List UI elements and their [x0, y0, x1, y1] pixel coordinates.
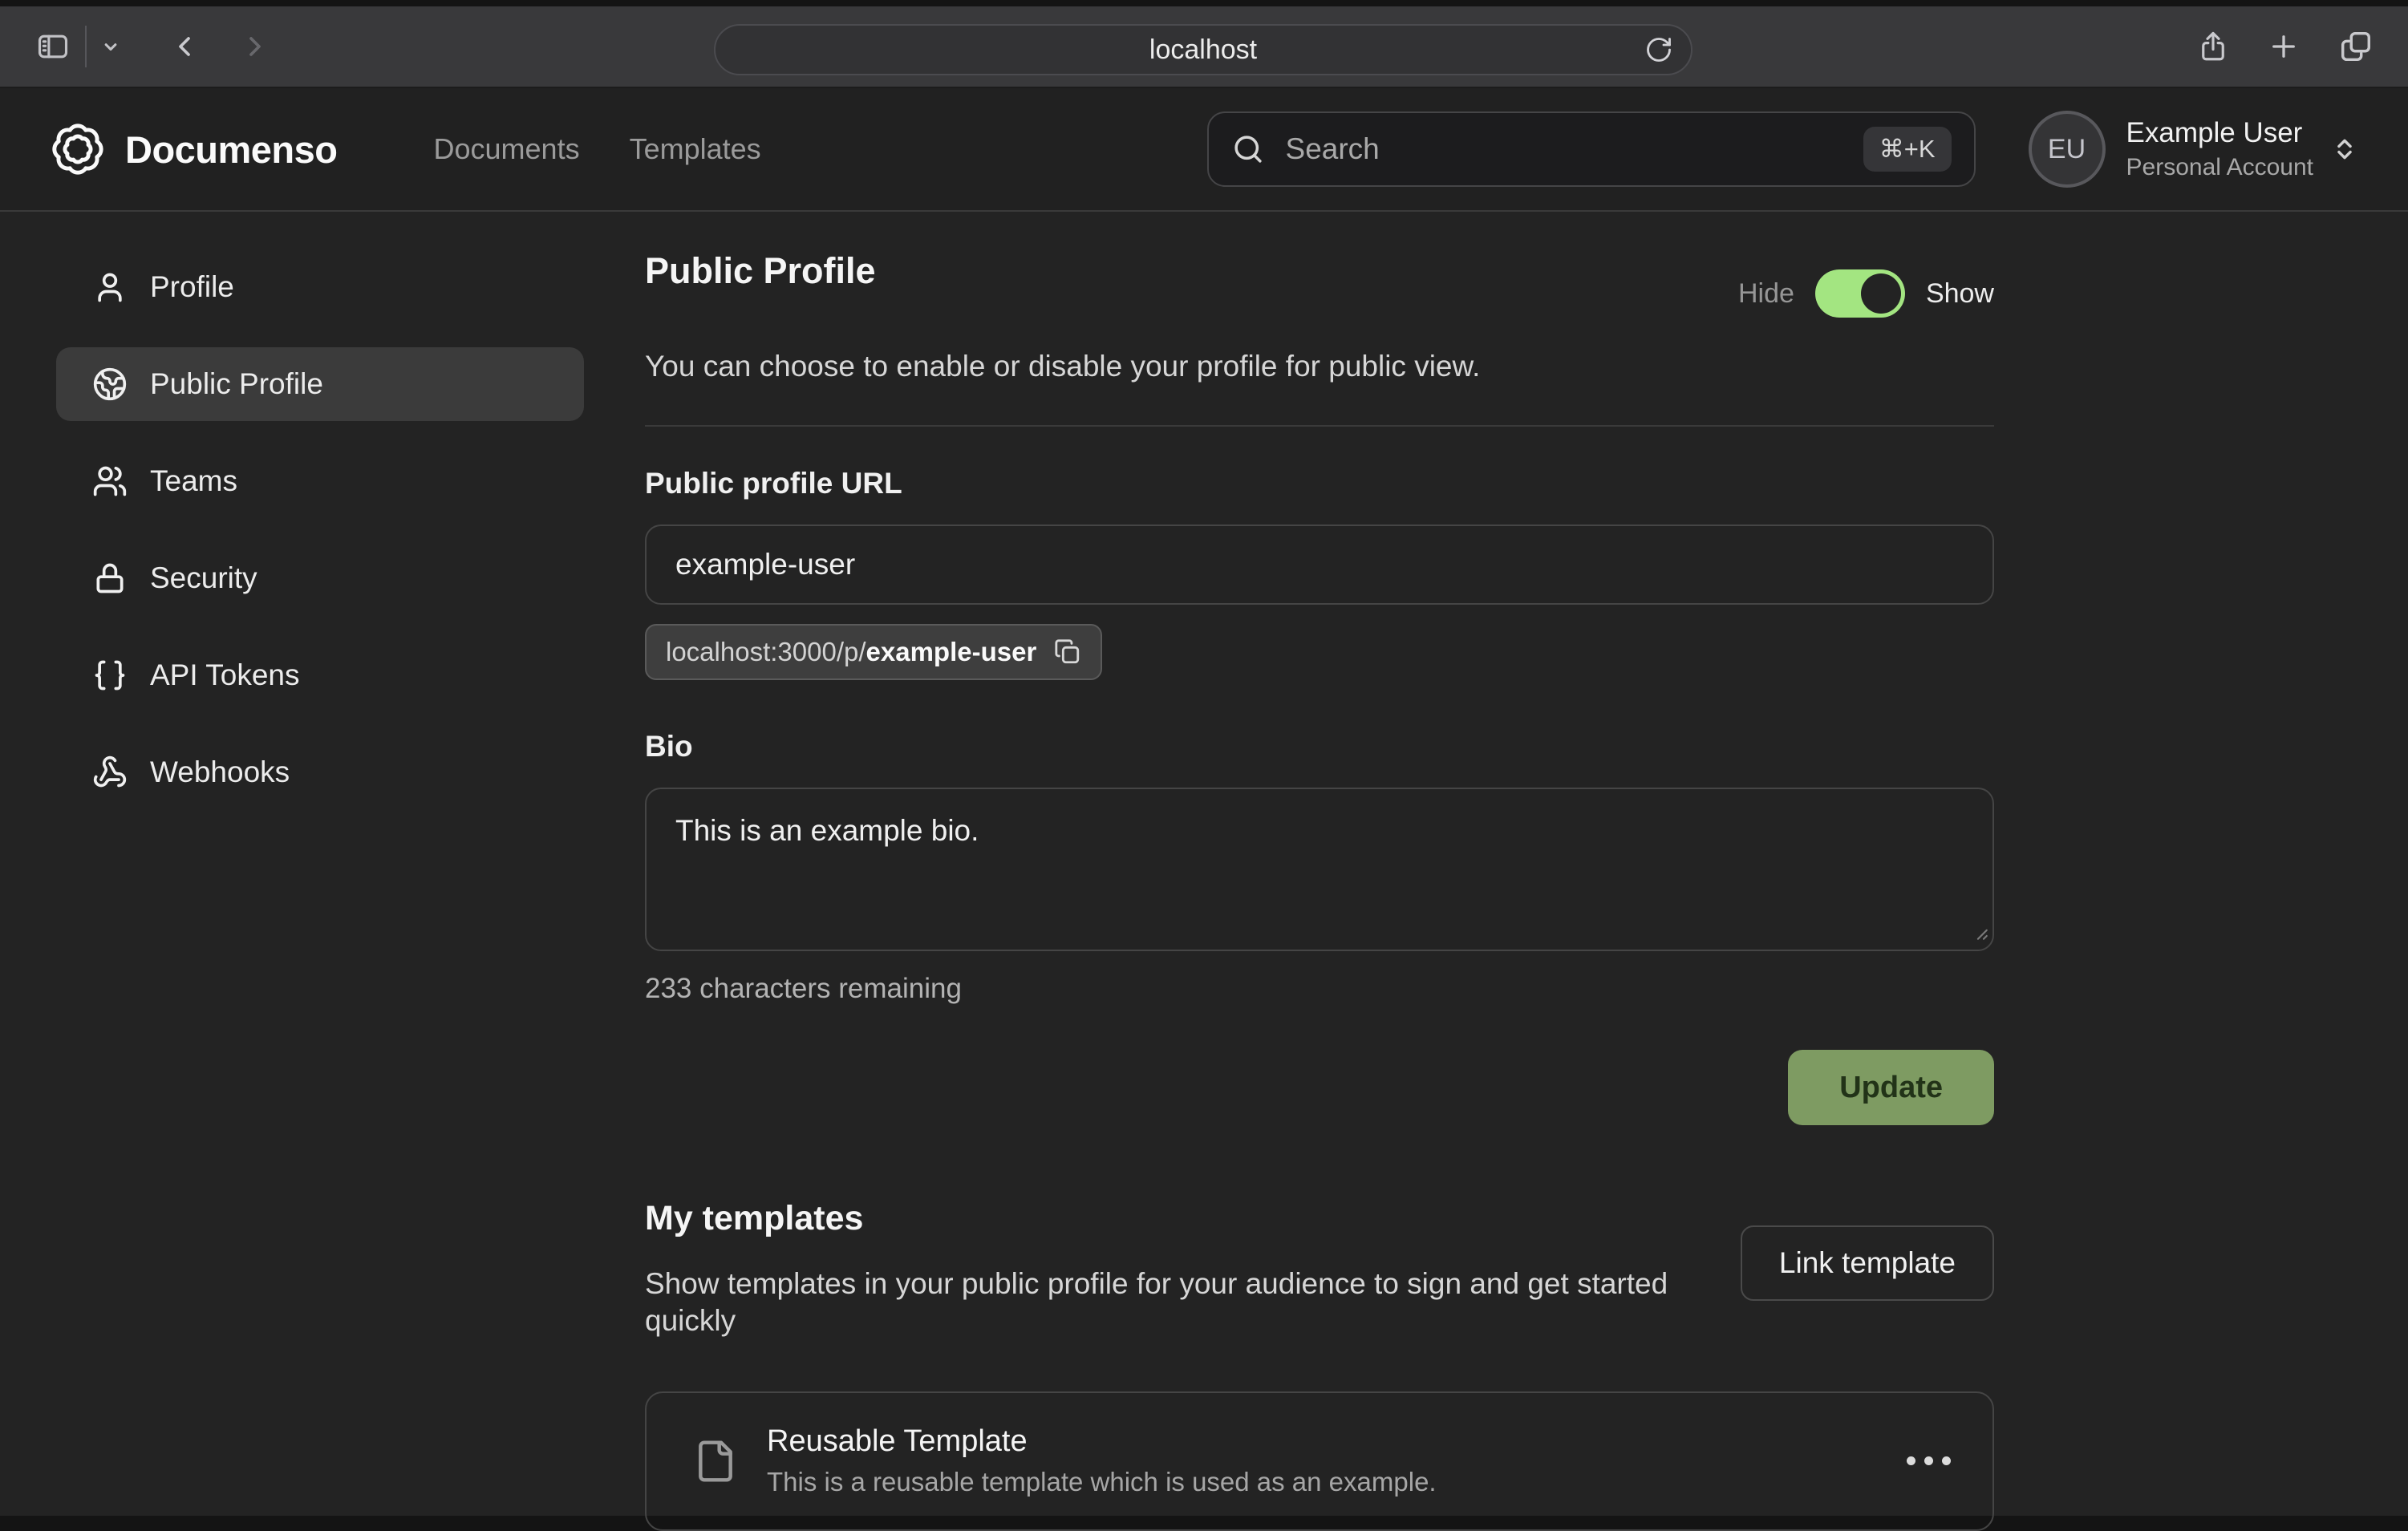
- public-profile-url-input[interactable]: [645, 525, 1994, 605]
- profile-visibility-switch[interactable]: [1815, 269, 1905, 318]
- chevron-down-icon[interactable]: [99, 35, 122, 58]
- toolbar-divider: [85, 26, 87, 67]
- page-description: You can choose to enable or disable your…: [645, 350, 1994, 383]
- address-bar[interactable]: localhost: [714, 24, 1692, 75]
- templates-section-description: Show templates in your public profile fo…: [645, 1266, 1712, 1340]
- resize-grip-icon[interactable]: [1968, 921, 1989, 946]
- users-icon: [92, 464, 128, 499]
- user-icon: [92, 269, 128, 305]
- profile-url-slug: example-user: [866, 637, 1037, 666]
- characters-remaining: 233 characters remaining: [645, 973, 1994, 1005]
- refresh-icon[interactable]: [1644, 35, 1673, 64]
- nav-documents[interactable]: Documents: [434, 132, 580, 166]
- bio-field-label: Bio: [645, 730, 1994, 763]
- sidebar-toggle-icon[interactable]: [32, 29, 74, 64]
- url-field-label: Public profile URL: [645, 467, 1994, 500]
- back-button[interactable]: [168, 29, 201, 64]
- search-shortcut-badge: ⌘+K: [1863, 127, 1952, 172]
- copy-icon[interactable]: [1054, 638, 1081, 666]
- app-window: localhost Documen: [0, 0, 2408, 1516]
- app-header: Documenso Documents Templates Search ⌘+K…: [0, 88, 2408, 212]
- chevrons-up-down-icon: [2331, 136, 2358, 163]
- file-icon: [693, 1436, 738, 1487]
- sidebar-item-teams[interactable]: Teams: [56, 444, 584, 518]
- avatar: EU: [2029, 111, 2106, 188]
- sidebar-item-public-profile[interactable]: Public Profile: [56, 347, 584, 421]
- user-account-type: Personal Account: [2126, 154, 2313, 181]
- brand-name: Documenso: [125, 128, 338, 172]
- main-content: Public Profile Hide Show You can choose …: [645, 212, 1994, 1531]
- templates-section-title: My templates: [645, 1199, 1712, 1238]
- forward-button[interactable]: [239, 29, 271, 64]
- toggle-hide-label: Hide: [1738, 278, 1794, 310]
- user-name: Example User: [2126, 117, 2313, 149]
- lock-icon: [92, 561, 128, 596]
- browser-chrome: localhost: [0, 0, 2408, 88]
- template-name: Reusable Template: [767, 1424, 1437, 1459]
- sidebar-item-profile[interactable]: Profile: [56, 250, 584, 324]
- webhook-icon: [92, 755, 128, 790]
- switch-knob: [1861, 273, 1901, 314]
- nav-templates[interactable]: Templates: [630, 132, 761, 166]
- update-button[interactable]: Update: [1788, 1050, 1994, 1125]
- search-input[interactable]: Search ⌘+K: [1207, 111, 1976, 187]
- top-nav: Documents Templates: [434, 132, 761, 166]
- page-title: Public Profile: [645, 250, 876, 292]
- share-icon[interactable]: [2196, 28, 2230, 65]
- section-divider: [645, 425, 1994, 427]
- settings-sidebar: Profile Public Profile Teams Security: [0, 212, 645, 832]
- toggle-show-label: Show: [1926, 278, 1994, 310]
- sidebar-item-webhooks[interactable]: Webhooks: [56, 735, 584, 809]
- sidebar-item-security[interactable]: Security: [56, 541, 584, 615]
- search-placeholder: Search: [1286, 132, 1380, 166]
- profile-visibility-toggle-row: Hide Show: [1738, 269, 1994, 318]
- globe-icon: [92, 367, 128, 402]
- template-description: This is a reusable template which is use…: [767, 1467, 1437, 1497]
- link-template-button[interactable]: Link template: [1741, 1225, 1994, 1301]
- user-menu[interactable]: EU Example User Personal Account: [2029, 111, 2358, 188]
- template-list-item[interactable]: Reusable Template This is a reusable tem…: [645, 1391, 1994, 1531]
- new-tab-icon[interactable]: [2267, 30, 2301, 63]
- address-bar-url: localhost: [1149, 34, 1257, 66]
- tab-overview-icon[interactable]: [2337, 28, 2374, 65]
- template-actions-menu[interactable]: [1907, 1456, 1951, 1465]
- brand[interactable]: Documenso: [50, 121, 338, 177]
- braces-icon: [92, 658, 128, 693]
- search-icon: [1231, 132, 1265, 166]
- sidebar-item-api-tokens[interactable]: API Tokens: [56, 638, 584, 712]
- profile-url-preview: localhost:3000/p/example-user: [645, 624, 1102, 680]
- documenso-logo-icon: [50, 121, 106, 177]
- bio-textarea[interactable]: This is an example bio.: [645, 788, 1994, 951]
- profile-url-prefix: localhost:3000/p/: [666, 637, 866, 666]
